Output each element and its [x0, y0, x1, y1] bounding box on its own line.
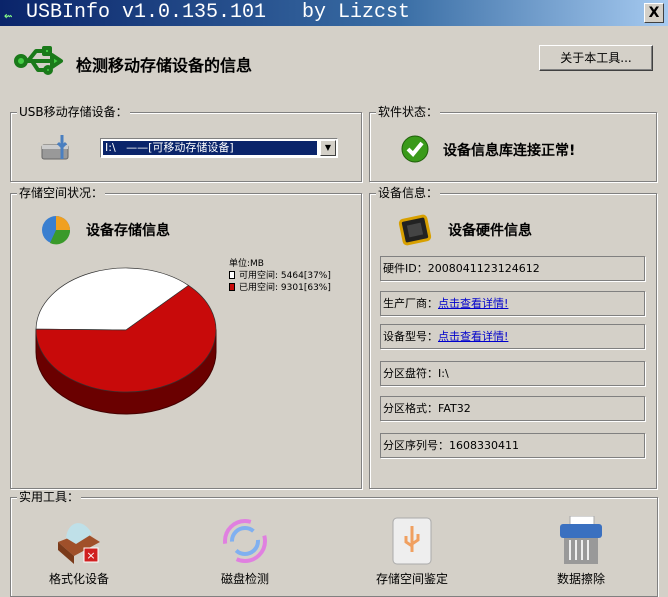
- model-field: 设备型号：点击查看详情!: [380, 324, 645, 349]
- status-group-legend: 软件状态：: [376, 105, 441, 119]
- device-group-legend: 设备信息：: [376, 186, 441, 200]
- status-message: 设备信息库连接正常!: [443, 143, 576, 159]
- usb-group-legend: USB移动存储设备：: [17, 105, 130, 119]
- chart-legend: 单位:MB 可用空间: 5464[37%] 已用空间: 9301[63%]: [229, 258, 331, 294]
- usb-icon: ⇜: [4, 9, 13, 25]
- about-button[interactable]: 关于本工具...: [539, 45, 653, 71]
- serial-field: 分区序列号：1608330411: [380, 433, 645, 458]
- chip-icon: [398, 214, 432, 246]
- device-select[interactable]: I:\ ——[可移动存储设备] ▼: [100, 138, 338, 158]
- legend-free: 可用空间: 5464[37%]: [229, 270, 331, 282]
- page-title: 检测移动存储设备的信息: [76, 56, 253, 75]
- storage-verify-tool[interactable]: 存储空间鉴定: [362, 516, 462, 586]
- device-title: 设备硬件信息: [448, 223, 532, 239]
- used-value: 9301[63%]: [280, 283, 331, 293]
- free-swatch: [229, 271, 235, 279]
- format-label: 格式化设备: [48, 572, 109, 586]
- data-wipe-label: 数据擦除: [556, 572, 605, 586]
- storage-title: 设备存储信息: [86, 223, 170, 239]
- disk-check-icon: [223, 519, 267, 563]
- chevron-down-icon[interactable]: ▼: [320, 140, 336, 156]
- free-label: 可用空间:: [239, 271, 279, 281]
- drive-icon: [41, 135, 69, 160]
- title-bar: ⇜ USBInfo v1.0.135.101 by Lizcst X: [0, 0, 668, 26]
- svg-text:×: ×: [86, 549, 95, 562]
- drive-letter-field: 分区盘符：I:\: [380, 361, 645, 386]
- usb-logo-icon: [14, 46, 63, 75]
- storage-verify-label: 存储空间鉴定: [375, 572, 448, 586]
- shredder-icon: [560, 515, 602, 564]
- model-link[interactable]: 点击查看详情!: [438, 330, 508, 343]
- disk-check-label: 磁盘检测: [220, 572, 269, 586]
- close-button[interactable]: X: [644, 3, 664, 23]
- free-value: 5464[37%]: [280, 271, 331, 281]
- format-icon: ×: [58, 523, 100, 564]
- manufacturer-link[interactable]: 点击查看详情!: [438, 297, 508, 310]
- legend-used: 已用空间: 9301[63%]: [229, 282, 331, 294]
- pie-chart-icon: [42, 216, 71, 245]
- filesystem-field: 分区格式：FAT32: [380, 396, 645, 421]
- device-select-value: I:\ ——[可移动存储设备]: [103, 141, 317, 155]
- format-device-tool[interactable]: × 格式化设备: [29, 516, 129, 586]
- window-title: USBInfo v1.0.135.101 by Lizcst: [26, 1, 411, 24]
- hardware-id-field: 硬件ID：2008041123124612: [380, 256, 645, 281]
- manufacturer-field: 生产厂商：点击查看详情!: [380, 291, 645, 316]
- storage-pie-chart: [35, 267, 217, 415]
- used-swatch: [229, 283, 235, 291]
- storage-group-legend: 存储空间状况：: [17, 186, 106, 200]
- usb-drive-icon: [392, 517, 432, 565]
- disk-check-tool[interactable]: 磁盘检测: [195, 516, 295, 586]
- tools-group-legend: 实用工具：: [17, 490, 82, 504]
- used-label: 已用空间:: [239, 283, 279, 293]
- data-wipe-tool[interactable]: 数据擦除: [531, 515, 631, 586]
- unit-label: 单位:MB: [229, 259, 264, 269]
- check-icon: [401, 135, 429, 163]
